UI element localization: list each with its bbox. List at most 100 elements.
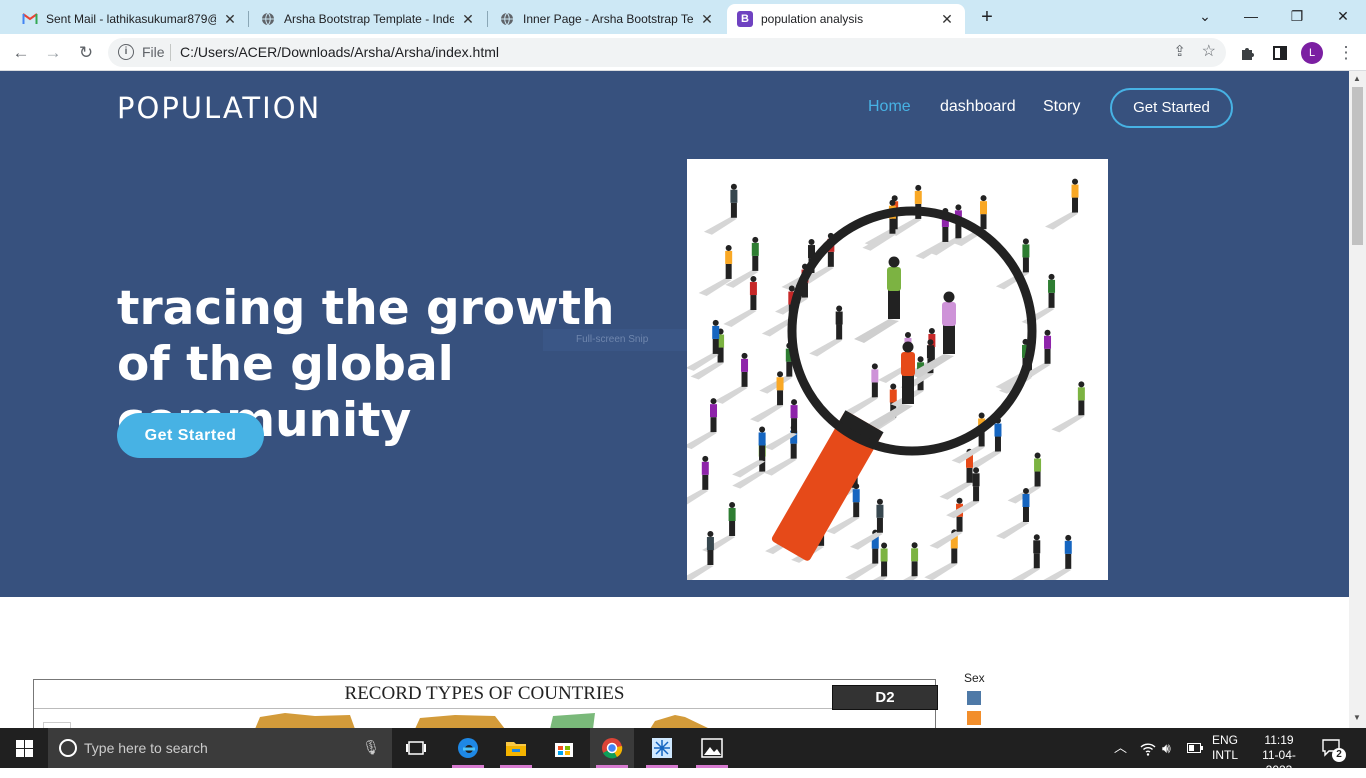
tab-title: Arsha Bootstrap Template - Index: [284, 12, 454, 26]
gmail-icon: [22, 11, 38, 27]
profile-avatar[interactable]: L: [1301, 42, 1323, 64]
forward-arrow-icon[interactable]: →: [40, 40, 66, 66]
new-tab-button[interactable]: +: [976, 6, 998, 28]
edge-browser-icon[interactable]: [446, 728, 490, 768]
person-figure: [1051, 381, 1085, 433]
close-icon[interactable]: ✕: [222, 11, 238, 28]
nav-dashboard[interactable]: dashboard: [940, 98, 1016, 116]
clock-date: 11-04-2023: [1262, 748, 1296, 777]
keyboard-layout: INTL: [1212, 748, 1239, 762]
file-explorer-icon[interactable]: [494, 728, 538, 768]
volume-speaker-icon[interactable]: 🔊︎: [1162, 728, 1171, 768]
cortana-circle-icon: [59, 739, 77, 757]
hero-image: [675, 159, 1108, 594]
person-figure: [844, 363, 879, 415]
divider: [170, 44, 171, 61]
tab-title: population analysis: [761, 12, 864, 26]
url-text[interactable]: C:/Users/ACER/Downloads/Arsha/Arsha/inde…: [180, 44, 499, 60]
scroll-down-arrow-icon[interactable]: ▼: [1353, 713, 1361, 722]
site-logo[interactable]: POPULATION: [117, 91, 321, 125]
network-wifi-icon[interactable]: [1140, 728, 1156, 768]
windows-taskbar: Type here to search 🎙 ︿ 🔊︎ ENG INTL 11:1…: [0, 728, 1366, 777]
tab-title: Sent Mail - lathikasukumar879@: [46, 12, 216, 26]
bootstrap-icon: B: [737, 11, 753, 27]
person-figure: [929, 497, 964, 549]
nav-home[interactable]: Home: [868, 98, 911, 116]
minimize-icon[interactable]: —: [1228, 0, 1274, 34]
person-figure: [1006, 534, 1041, 586]
notification-center-icon[interactable]: 2: [1322, 728, 1346, 768]
bookmark-star-icon[interactable]: ☆: [1202, 41, 1216, 61]
hero-section: POPULATION Home dashboard Story Get Star…: [0, 71, 1349, 597]
person-figure: [759, 342, 793, 394]
task-view-icon[interactable]: [394, 728, 438, 768]
dashboard-title: RECORD TYPES OF COUNTRIES: [344, 683, 625, 704]
scrollbar-thumb[interactable]: [1352, 87, 1363, 245]
person-figure: [685, 319, 720, 371]
person-figure: [683, 398, 718, 450]
tab-inner-page[interactable]: Inner Page - Arsha Bootstrap Ten ✕: [489, 4, 725, 34]
microsoft-store-icon[interactable]: [542, 728, 586, 768]
globe-icon: [499, 11, 515, 27]
tab-title: Inner Page - Arsha Bootstrap Ten: [523, 12, 693, 26]
hero-get-started-button[interactable]: Get Started: [117, 413, 264, 458]
reload-icon[interactable]: ↻: [73, 40, 99, 66]
microphone-icon[interactable]: 🎙: [362, 739, 380, 756]
snipping-tool-icon[interactable]: [640, 728, 684, 768]
person-figure: [1038, 534, 1072, 586]
legend-swatch[interactable]: [967, 711, 981, 725]
legend-title: Sex: [964, 671, 985, 685]
windows-start-icon[interactable]: [16, 740, 33, 757]
magnifying-glass-crowd-illustration: [675, 178, 1085, 594]
info-icon[interactable]: i: [118, 44, 134, 60]
dashboard-tab-d2[interactable]: D2: [832, 685, 938, 710]
battery-icon[interactable]: [1187, 728, 1203, 768]
page-scrollbar[interactable]: ▲ ▼: [1349, 71, 1366, 728]
tab-population-analysis[interactable]: B population analysis ✕: [727, 4, 965, 34]
tab-search-chevron-icon[interactable]: ⌄: [1182, 0, 1228, 34]
photos-app-icon[interactable]: [690, 728, 734, 768]
side-panel-icon[interactable]: [1267, 40, 1293, 66]
clock[interactable]: 11:19 11-04-2023: [1249, 733, 1309, 778]
browser-toolbar: ← → ↻ i File C:/Users/ACER/Downloads/Ars…: [0, 34, 1366, 71]
notification-count-badge: 2: [1332, 748, 1346, 762]
person-figure: [680, 531, 714, 583]
page-viewport: POPULATION Home dashboard Story Get Star…: [0, 71, 1349, 728]
close-icon[interactable]: ✕: [460, 11, 476, 28]
restore-icon[interactable]: ❐: [1274, 0, 1320, 34]
legend-swatch[interactable]: [967, 691, 981, 705]
nav-get-started-button[interactable]: Get Started: [1110, 88, 1233, 128]
chrome-browser-icon[interactable]: [590, 728, 634, 768]
person-figure: [698, 244, 733, 296]
globe-icon: [260, 11, 276, 27]
world-map-preview[interactable]: [255, 713, 715, 728]
scheme-label: File: [142, 44, 165, 60]
tab-arsha-index[interactable]: Arsha Bootstrap Template - Index ✕: [250, 4, 486, 34]
scroll-up-arrow-icon[interactable]: ▲: [1353, 74, 1361, 83]
divider: [34, 708, 935, 709]
close-window-icon[interactable]: ✕: [1320, 0, 1366, 34]
back-arrow-icon[interactable]: ←: [8, 40, 34, 66]
extensions-puzzle-icon[interactable]: [1235, 40, 1261, 66]
tab-separator: [487, 11, 488, 27]
person-figure: [703, 183, 738, 235]
tab-separator: [248, 11, 249, 27]
person-figure: [750, 371, 784, 423]
tab-sent-mail[interactable]: Sent Mail - lathikasukumar879@ ✕: [12, 4, 248, 34]
close-icon[interactable]: ✕: [939, 11, 955, 28]
tab-strip: Sent Mail - lathikasukumar879@ ✕ Arsha B…: [0, 0, 1366, 34]
language-code: ENG: [1212, 733, 1239, 747]
person-figure: [995, 487, 1030, 539]
close-icon[interactable]: ✕: [699, 11, 715, 28]
person-figure: [809, 305, 843, 357]
taskbar-search-box[interactable]: Type here to search 🎙: [48, 728, 392, 768]
menu-kebab-icon[interactable]: ⋮: [1333, 40, 1359, 66]
nav-story[interactable]: Story: [1043, 98, 1080, 116]
address-bar[interactable]: i File C:/Users/ACER/Downloads/Arsha/Ars…: [108, 38, 1226, 67]
person-figure: [675, 455, 709, 507]
person-figure: [884, 542, 919, 594]
clock-time: 11:19: [1264, 733, 1294, 747]
share-icon[interactable]: ⇪: [1173, 42, 1186, 60]
language-indicator[interactable]: ENG INTL: [1212, 733, 1238, 763]
show-hidden-icons-chevron-icon[interactable]: ︿: [1114, 728, 1127, 768]
